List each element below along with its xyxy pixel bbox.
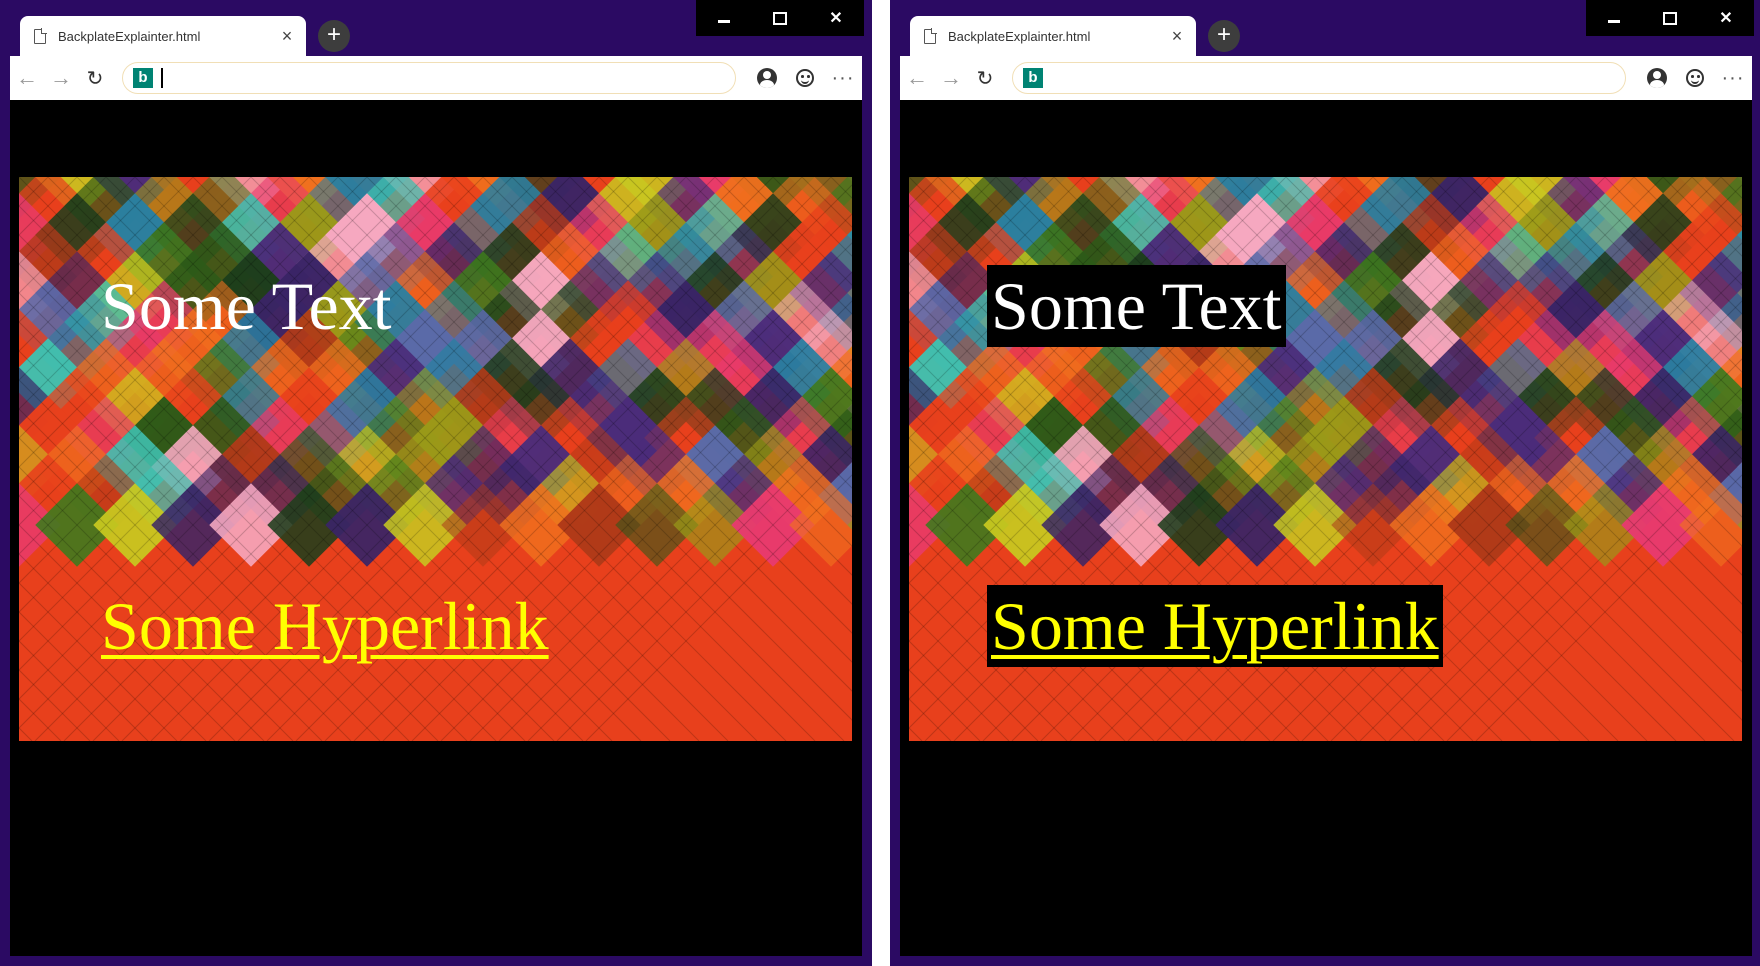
address-bar[interactable]: b (1012, 62, 1626, 94)
profile-button[interactable] (1638, 61, 1676, 95)
close-window-button[interactable]: ✕ (1698, 0, 1754, 36)
refresh-button[interactable]: ↻ (968, 61, 1002, 95)
tab-backplate-explainer[interactable]: BackplateExplainter.html × (910, 16, 1196, 56)
bing-icon: b (133, 68, 153, 88)
title-bar: BackplateExplainter.html × + ✕ (890, 0, 1760, 56)
text-caret (161, 68, 163, 88)
back-button[interactable]: ← (10, 61, 44, 95)
browser-toolbar: ← → ↻ b ··· (900, 56, 1752, 100)
maximize-icon (1663, 11, 1677, 25)
smiley-icon (1686, 69, 1704, 87)
hero-image: Some Text Some Hyperlink (909, 177, 1742, 741)
back-button[interactable]: ← (900, 61, 934, 95)
profile-icon (757, 68, 777, 88)
hero-image: Some Text Some Hyperlink (19, 177, 852, 741)
some-hyperlink[interactable]: Some Hyperlink (97, 585, 553, 667)
address-bar[interactable]: b (122, 62, 736, 94)
page-viewport: Some Text Some Hyperlink (900, 100, 1752, 956)
tab-close-icon[interactable]: × (1168, 27, 1186, 45)
browser-window-with-backplate: BackplateExplainter.html × + ✕ ← → ↻ b ·… (890, 0, 1760, 966)
refresh-button[interactable]: ↻ (78, 61, 112, 95)
profile-button[interactable] (748, 61, 786, 95)
more-menu-button[interactable]: ··· (824, 61, 862, 95)
page-viewport: Some Text Some Hyperlink (10, 100, 862, 956)
minimize-icon (1608, 19, 1620, 23)
browser-window-without-backplate: BackplateExplainter.html × + ✕ ← → ↻ b ·… (0, 0, 872, 966)
some-text: Some Text (987, 265, 1286, 347)
tab-title: BackplateExplainter.html (948, 28, 1091, 44)
url-input[interactable] (170, 69, 575, 87)
maximize-button[interactable] (752, 0, 808, 36)
feedback-button[interactable] (786, 61, 824, 95)
minimize-icon (718, 19, 730, 23)
comparison-stage: BackplateExplainter.html × + ✕ ← → ↻ b ·… (0, 0, 1760, 966)
more-menu-button[interactable]: ··· (1714, 61, 1752, 95)
some-hyperlink[interactable]: Some Hyperlink (987, 585, 1443, 667)
maximize-button[interactable] (1642, 0, 1698, 36)
minimize-button[interactable] (696, 0, 752, 36)
close-window-button[interactable]: ✕ (808, 0, 864, 36)
window-controls: ✕ (696, 0, 864, 36)
profile-icon (1647, 68, 1667, 88)
smiley-icon (796, 69, 814, 87)
tab-close-icon[interactable]: × (278, 27, 296, 45)
some-text: Some Text (101, 268, 392, 344)
page-icon (924, 28, 937, 44)
page-icon (34, 28, 47, 44)
url-input[interactable] (1051, 69, 1455, 87)
title-bar: BackplateExplainter.html × + ✕ (0, 0, 872, 56)
tab-backplate-explainer[interactable]: BackplateExplainter.html × (20, 16, 306, 56)
bing-icon: b (1023, 68, 1043, 88)
window-controls: ✕ (1586, 0, 1754, 36)
minimize-button[interactable] (1586, 0, 1642, 36)
tab-title: BackplateExplainter.html (58, 28, 201, 44)
maximize-icon (773, 11, 787, 25)
new-tab-button[interactable]: + (1208, 20, 1240, 52)
forward-button[interactable]: → (44, 61, 78, 95)
browser-toolbar: ← → ↻ b ··· (10, 56, 862, 100)
forward-button[interactable]: → (934, 61, 968, 95)
new-tab-button[interactable]: + (318, 20, 350, 52)
feedback-button[interactable] (1676, 61, 1714, 95)
